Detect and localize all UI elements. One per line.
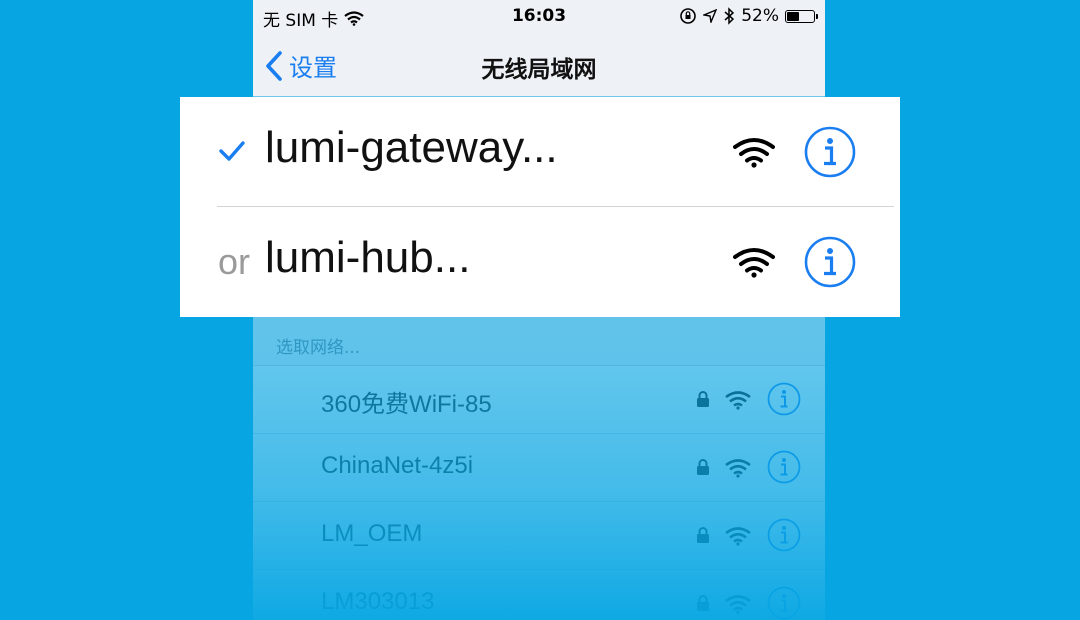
info-icon[interactable] (767, 518, 801, 552)
highlighted-networks-card: lumi-gateway... or lumi-hub... (180, 97, 900, 317)
network-name: LM_OEM (321, 520, 423, 547)
info-icon[interactable] (804, 236, 856, 288)
network-list: 选取网络... 360免费WiFi-85 ChinaNet-4z5i LM_OE… (253, 317, 825, 620)
network-name: ChinaNet-4z5i (321, 452, 474, 479)
lock-icon (697, 595, 709, 611)
network-name: lumi-hub... (265, 233, 471, 282)
battery-fill (787, 11, 799, 21)
network-row[interactable]: ChinaNet-4z5i (253, 433, 825, 502)
wifi-icon (725, 595, 751, 614)
lock-icon (697, 527, 709, 543)
network-name: 360免费WiFi-85 (321, 391, 492, 418)
location-icon (703, 9, 718, 23)
network-row-lumi-gateway[interactable]: lumi-gateway... (180, 97, 900, 207)
info-icon[interactable] (767, 586, 801, 620)
lock-icon (697, 459, 709, 475)
lock-icon (697, 391, 709, 407)
network-row[interactable]: LM303013 (253, 569, 825, 620)
network-row[interactable]: 360免费WiFi-85 (253, 365, 825, 434)
bluetooth-icon (724, 7, 735, 25)
network-row-lumi-hub[interactable]: or lumi-hub... (180, 207, 900, 317)
wifi-icon (725, 459, 751, 478)
network-row[interactable]: LM_OEM (253, 501, 825, 570)
network-name: LM303013 (321, 588, 435, 615)
battery-percent: 52% (741, 6, 779, 26)
rotation-lock-icon (680, 8, 697, 24)
nav-bar: 设置 无线局域网 (253, 36, 825, 96)
wifi-icon (725, 527, 751, 546)
info-icon[interactable] (767, 450, 801, 484)
wifi-icon (733, 248, 775, 278)
or-label: or (218, 241, 251, 282)
network-name: lumi-gateway... (265, 123, 558, 172)
section-header: 选取网络... (276, 338, 361, 358)
wifi-icon (725, 391, 751, 410)
wifi-icon (733, 138, 775, 168)
page-title: 无线局域网 (481, 57, 597, 83)
status-bar: 无 SIM 卡 16:03 52% (253, 0, 825, 32)
info-icon[interactable] (804, 126, 856, 178)
checkmark-icon (219, 141, 245, 161)
battery-icon (785, 9, 818, 23)
info-icon[interactable] (767, 382, 801, 416)
